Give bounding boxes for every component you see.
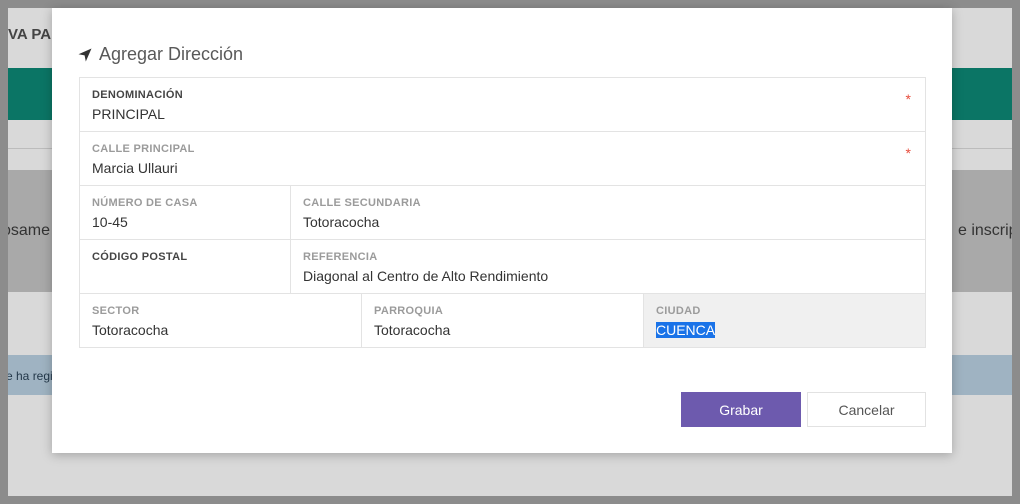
ciudad-field[interactable]: CIUDAD CUENCA [644,294,925,347]
ciudad-input[interactable]: CUENCA [656,322,913,338]
denominacion-input[interactable]: PRINCIPAL [92,106,913,122]
numero-casa-field[interactable]: NÚMERO DE CASA 10-45 [80,186,291,239]
calle-principal-field[interactable]: CALLE PRINCIPAL Marcia Ullauri * [80,132,925,185]
codigo-postal-label: CÓDIGO POSTAL [92,251,188,263]
sector-field[interactable]: SECTOR Totoracocha [80,294,362,347]
cancel-button[interactable]: Cancelar [807,392,926,427]
ciudad-selected-text: CUENCA [656,322,716,338]
location-arrow-icon [78,48,92,61]
calle-secundaria-label: CALLE SECUNDARIA [303,197,421,209]
form-row-numero-secundaria: NÚMERO DE CASA 10-45 CALLE SECUNDARIA To… [80,186,925,240]
background-panel-text-left: osame [8,222,51,239]
modal-title: Agregar Dirección [78,44,243,65]
referencia-label: REFERENCIA [303,251,378,263]
form-row-postal-referencia: CÓDIGO POSTAL REFERENCIA Diagonal al Cen… [80,240,925,294]
parroquia-input[interactable]: Totoracocha [374,322,631,338]
parroquia-field[interactable]: PARROQUIA Totoracocha [362,294,644,347]
modal-title-text: Agregar Dirección [99,44,244,64]
required-marker: * [905,91,911,107]
add-address-modal: Agregar Dirección DENOMINACIÓN PRINCIPAL… [52,8,952,453]
background-title: VA PA [8,26,52,43]
ciudad-label: CIUDAD [656,305,701,317]
calle-secundaria-input[interactable]: Totoracocha [303,214,913,230]
denominacion-field[interactable]: DENOMINACIÓN PRINCIPAL * [80,78,925,131]
background-alert-text: e ha regi [8,369,53,383]
background-panel-text-right: e inscrip [958,222,1012,239]
form-row-location: SECTOR Totoracocha PARROQUIA Totoracocha… [80,294,925,347]
form-row-denominacion: DENOMINACIÓN PRINCIPAL * [80,78,925,132]
sector-input[interactable]: Totoracocha [92,322,349,338]
parroquia-label: PARROQUIA [374,305,444,317]
codigo-postal-field[interactable]: CÓDIGO POSTAL [80,240,291,293]
form-row-calle-principal: CALLE PRINCIPAL Marcia Ullauri * [80,132,925,186]
referencia-input[interactable]: Diagonal al Centro de Alto Rendimiento [303,268,913,284]
numero-casa-input[interactable]: 10-45 [92,214,278,230]
calle-principal-label: CALLE PRINCIPAL [92,143,195,155]
sector-label: SECTOR [92,305,140,317]
referencia-field[interactable]: REFERENCIA Diagonal al Centro de Alto Re… [291,240,925,293]
save-button[interactable]: Grabar [681,392,801,427]
required-marker: * [905,145,911,161]
denominacion-label: DENOMINACIÓN [92,89,183,101]
calle-principal-input[interactable]: Marcia Ullauri [92,160,913,176]
address-form: DENOMINACIÓN PRINCIPAL * CALLE PRINCIPAL… [79,77,926,348]
calle-secundaria-field[interactable]: CALLE SECUNDARIA Totoracocha [291,186,925,239]
numero-casa-label: NÚMERO DE CASA [92,197,198,209]
